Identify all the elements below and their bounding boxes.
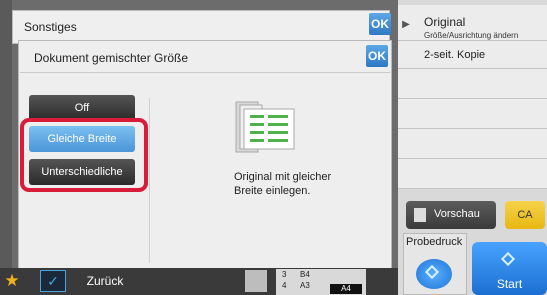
- tray-3-size: B4: [300, 270, 310, 279]
- proof-print-button[interactable]: [416, 259, 452, 289]
- empty-row-3: [398, 129, 547, 159]
- stacked-documents-icon: [235, 101, 295, 153]
- hint-text: Original mit gleicher Breite einlegen.: [234, 171, 332, 197]
- dialog-divider: [20, 72, 390, 73]
- preview-button[interactable]: Vorschau: [406, 201, 496, 229]
- paper-tray-icon: [245, 270, 267, 292]
- empty-row-2: [398, 99, 547, 129]
- duplex-label: 2-seit. Kopie: [424, 49, 486, 61]
- page-title: Sonstiges: [24, 20, 77, 34]
- dialog-title: Dokument gemischter Größe: [34, 51, 189, 65]
- original-subtitle: Größe/Ausrichtung ändern: [424, 31, 519, 40]
- diamond-icon: [424, 264, 440, 280]
- original-title: Original: [424, 15, 466, 29]
- option-same-width-button[interactable]: Gleiche Breite: [29, 126, 135, 152]
- back-button[interactable]: Zurück: [70, 270, 140, 292]
- option-different-button[interactable]: Unterschiedliche: [29, 159, 135, 185]
- check-icon[interactable]: ✓: [40, 270, 66, 292]
- clear-all-button[interactable]: CA: [505, 201, 545, 229]
- preview-label: Vorschau: [434, 208, 480, 220]
- star-icon[interactable]: ★: [2, 270, 22, 292]
- tray-3-number: 3: [282, 270, 287, 279]
- tray-4-number: 4: [282, 281, 287, 290]
- empty-row-1: [398, 69, 547, 99]
- selected-paper-size: A4: [330, 284, 362, 294]
- ok-button[interactable]: OK: [369, 13, 391, 35]
- diamond-icon: [500, 251, 516, 267]
- left-edge: [0, 0, 12, 295]
- empty-row-4: [398, 159, 547, 189]
- play-icon: ▶: [402, 19, 410, 30]
- proof-print-label: Probedruck: [406, 236, 463, 248]
- preview-icon: [414, 208, 426, 222]
- start-label: Start: [496, 277, 523, 291]
- start-button[interactable]: Start: [472, 242, 547, 295]
- dialog-ok-button[interactable]: OK: [366, 45, 388, 67]
- vertical-divider: [149, 98, 150, 263]
- tray-4-size: A3: [300, 281, 310, 290]
